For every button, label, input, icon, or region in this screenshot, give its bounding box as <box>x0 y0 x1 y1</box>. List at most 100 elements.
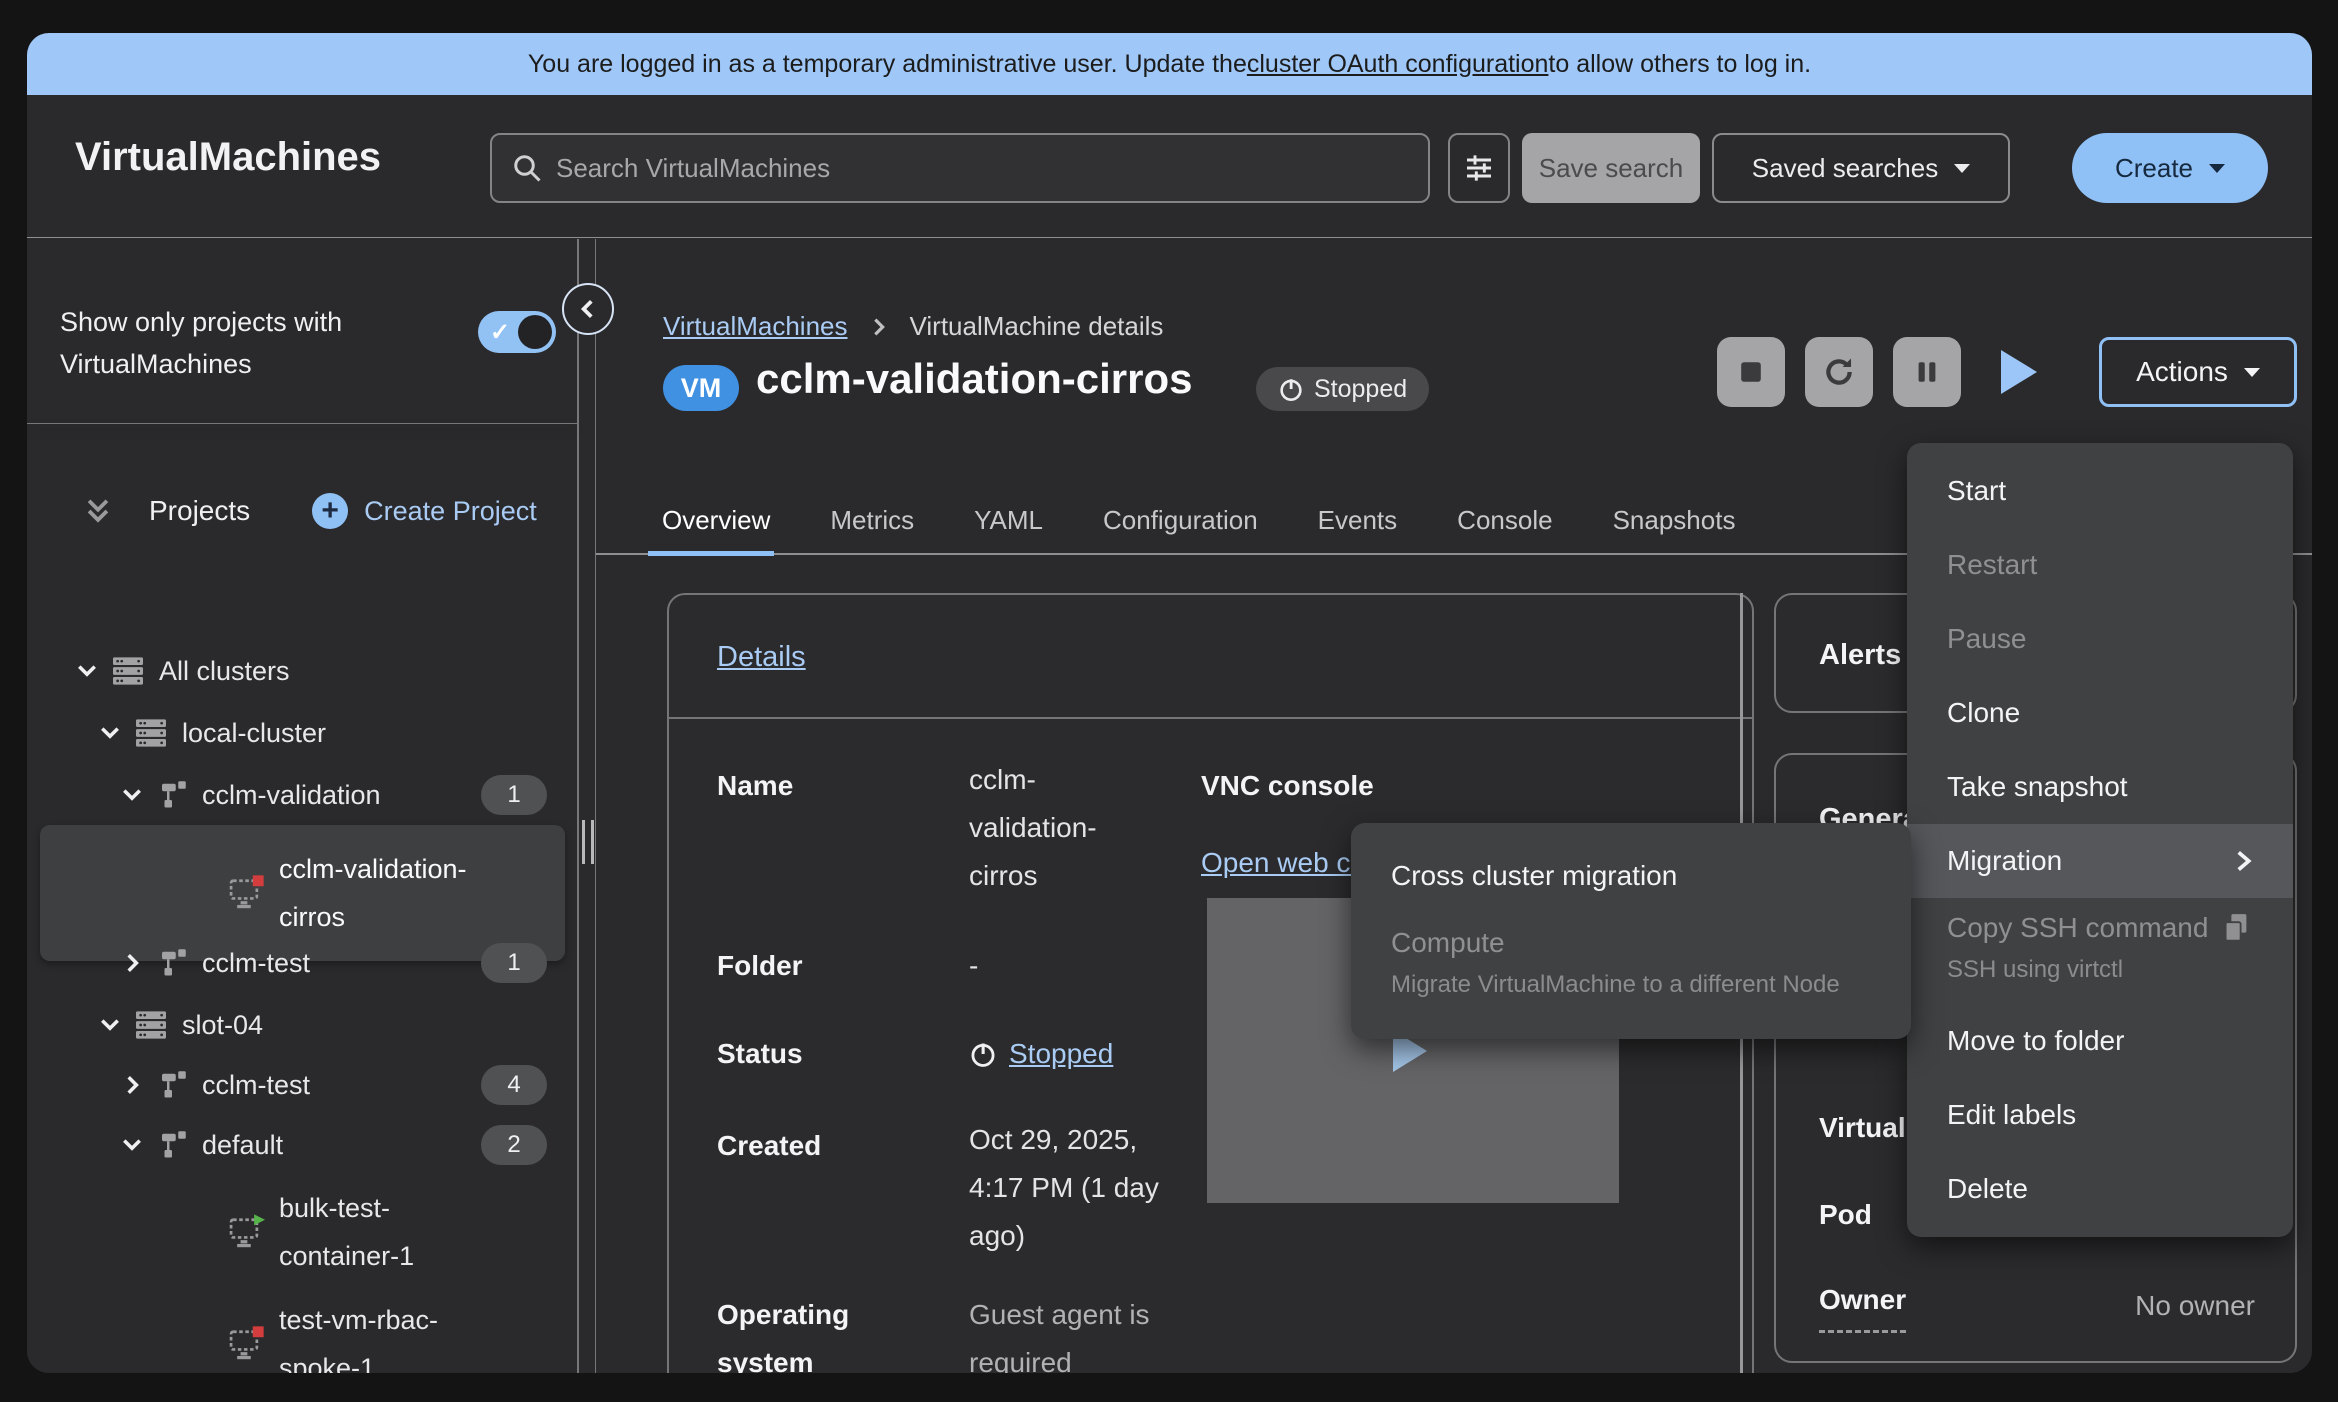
vm-running-icon <box>227 1214 265 1250</box>
tab-configuration[interactable]: Configuration <box>1103 486 1258 554</box>
breadcrumb-virtualmachines-link[interactable]: VirtualMachines <box>663 311 848 342</box>
sidebar-collapse-button[interactable] <box>562 283 614 335</box>
tab-yaml[interactable]: YAML <box>974 486 1043 554</box>
vm-status-badge: Stopped <box>1256 367 1429 411</box>
menu-item-restart[interactable]: Restart <box>1907 528 2293 602</box>
tree-item-label: default <box>202 1121 283 1169</box>
tree-item-local-cluster[interactable]: local-cluster <box>40 705 565 761</box>
owner-value: No owner <box>2135 1282 2255 1330</box>
vm-stopped-icon <box>227 1326 265 1362</box>
chevron-down-icon[interactable] <box>98 722 122 744</box>
menu-item-delete[interactable]: Delete <box>1907 1152 2293 1226</box>
copy-ssh-label: Copy SSH command <box>1947 912 2208 944</box>
restart-button[interactable] <box>1805 337 1873 407</box>
create-project-label: Create Project <box>364 496 537 527</box>
search-icon <box>512 153 542 183</box>
tree-item-default[interactable]: default 2 <box>40 1117 565 1173</box>
oauth-config-link[interactable]: cluster OAuth configuration <box>1247 50 1549 79</box>
tree-item-label: cclm-validation- cirros <box>279 845 467 941</box>
tree-item-test-vm-rbac-spoke-1[interactable]: test-vm-rbac- spoke-1 <box>40 1292 565 1373</box>
create-project-button[interactable]: + Create Project <box>312 493 537 529</box>
app-window: You are logged in as a temporary adminis… <box>27 33 2312 1373</box>
sidebar-resize-handle[interactable] <box>577 820 599 864</box>
menu-item-pause[interactable]: Pause <box>1907 602 2293 676</box>
menu-item-take-snapshot[interactable]: Take snapshot <box>1907 750 2293 824</box>
alerts-title: Alerts <box>1819 639 1901 672</box>
chevron-down-icon[interactable] <box>75 660 99 682</box>
saved-searches-dropdown[interactable]: Saved searches <box>1712 133 2010 203</box>
save-search-button[interactable]: Save search <box>1522 133 1700 203</box>
project-icon <box>156 1070 188 1100</box>
cluster-icon <box>111 656 145 686</box>
pause-button[interactable] <box>1893 337 1961 407</box>
check-icon: ✓ <box>490 318 510 347</box>
details-title-link[interactable]: Details <box>717 641 806 674</box>
show-only-projects-label: Show only projects with VirtualMachines <box>60 301 460 385</box>
chevron-down-icon[interactable] <box>120 1134 144 1156</box>
tree-item-slot-04[interactable]: slot-04 <box>40 997 565 1053</box>
menu-item-edit-labels[interactable]: Edit labels <box>1907 1078 2293 1152</box>
tree-item-label: slot-04 <box>182 1001 263 1049</box>
tab-console[interactable]: Console <box>1457 486 1552 554</box>
tree-item-label: All clusters <box>159 647 290 695</box>
vm-count-badge: 1 <box>481 943 547 983</box>
screen: You are logged in as a temporary adminis… <box>0 0 2338 1402</box>
tree-item-cclm-test-local[interactable]: cclm-test 1 <box>40 935 565 991</box>
menu-item-start[interactable]: Start <box>1907 454 2293 528</box>
vm-count-badge: 1 <box>481 775 547 815</box>
banner-text-prefix: You are logged in as a temporary adminis… <box>528 50 1247 79</box>
stop-icon <box>1737 358 1765 386</box>
tree-item-all-clusters[interactable]: All clusters <box>40 643 565 699</box>
search-input[interactable] <box>556 153 1408 184</box>
owner-label: Owner <box>1819 1276 1906 1333</box>
plus-circle-icon: + <box>312 493 348 529</box>
off-icon <box>969 1040 997 1068</box>
chevron-down-icon[interactable] <box>120 784 144 806</box>
compute-label: Compute <box>1391 927 1505 959</box>
chevron-down-icon[interactable] <box>98 1014 122 1036</box>
tree-item-label: test-vm-rbac- spoke-1 <box>279 1296 438 1373</box>
vm-details-main: VirtualMachines VirtualMachine details V… <box>596 239 2312 1373</box>
search-box[interactable] <box>490 133 1430 203</box>
name-label: Name <box>717 762 793 810</box>
project-icon <box>156 780 188 810</box>
folder-label: Folder <box>717 942 803 990</box>
page-title: VirtualMachines <box>75 135 381 180</box>
tree-item-cclm-test-slot04[interactable]: cclm-test 4 <box>40 1057 565 1113</box>
menu-item-migration[interactable]: Migration <box>1907 824 2293 898</box>
migration-label: Migration <box>1947 845 2062 877</box>
tree-item-bulk-test-container-1[interactable]: bulk-test- container-1 <box>40 1180 565 1284</box>
create-button[interactable]: Create <box>2072 133 2268 203</box>
submenu-item-compute[interactable]: Compute Migrate VirtualMachine to a diff… <box>1351 913 1911 1019</box>
breadcrumb: VirtualMachines VirtualMachine details <box>663 311 1163 342</box>
create-label: Create <box>2115 153 2193 184</box>
chevron-down-icon <box>2209 164 2225 173</box>
menu-item-clone[interactable]: Clone <box>1907 676 2293 750</box>
tab-metrics[interactable]: Metrics <box>830 486 914 554</box>
copy-ssh-description: SSH using virtctl <box>1947 956 2253 984</box>
migration-submenu: Cross cluster migration Compute Migrate … <box>1351 823 1911 1039</box>
show-only-projects-toggle[interactable]: ✓ <box>478 311 556 353</box>
chevron-right-icon[interactable] <box>120 952 144 974</box>
created-label: Created <box>717 1122 821 1170</box>
chevron-right-icon[interactable] <box>120 1074 144 1096</box>
tab-overview[interactable]: Overview <box>662 486 770 554</box>
name-value: cclm- validation- cirros <box>969 756 1189 900</box>
tree-item-cclm-validation[interactable]: cclm-validation 1 <box>40 767 565 823</box>
collapse-all-icon[interactable] <box>85 497 111 525</box>
tab-snapshots[interactable]: Snapshots <box>1613 486 1736 554</box>
menu-item-move-to-folder[interactable]: Move to folder <box>1907 1004 2293 1078</box>
cluster-icon <box>134 718 168 748</box>
vm-kind-badge: VM <box>663 365 739 411</box>
menu-item-copy-ssh-command[interactable]: Copy SSH command SSH using virtctl <box>1907 898 2293 1004</box>
chevron-down-icon <box>2244 368 2260 377</box>
advanced-filters-button[interactable] <box>1448 133 1510 203</box>
actions-dropdown-button[interactable]: Actions <box>2099 337 2297 407</box>
start-button[interactable] <box>1994 347 2044 397</box>
stop-button[interactable] <box>1717 337 1785 407</box>
tab-events[interactable]: Events <box>1318 486 1398 554</box>
project-icon <box>156 948 188 978</box>
status-stopped-link[interactable]: Stopped <box>1009 1030 1113 1078</box>
submenu-item-cross-cluster-migration[interactable]: Cross cluster migration <box>1351 839 1911 913</box>
chevron-left-icon <box>577 298 599 320</box>
